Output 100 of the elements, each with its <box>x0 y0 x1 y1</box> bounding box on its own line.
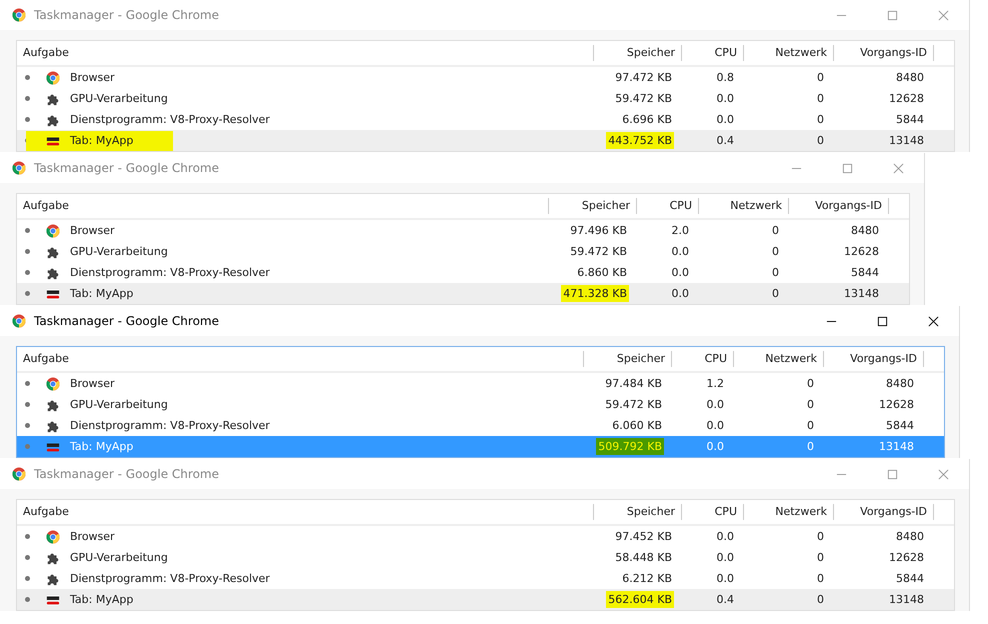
task-name: GPU-Verarbeitung <box>70 551 168 564</box>
table-row[interactable]: Browser 97.452 KB 0.0 0 8480 <box>17 526 954 547</box>
column-header[interactable]: CPU <box>682 504 744 520</box>
cpu-value: 0.0 <box>716 91 735 107</box>
chrome-logo-icon <box>46 376 60 390</box>
column-header[interactable]: Netzwerk <box>734 351 824 367</box>
cpu-value: 0.4 <box>716 592 735 608</box>
process-id: 13148 <box>878 439 915 455</box>
column-header[interactable]: Vorgangs-ID <box>834 45 934 61</box>
memory-value: 443.752 KB <box>606 132 674 149</box>
memory-value: 6.860 KB <box>576 265 628 281</box>
network-value: 0 <box>771 244 780 260</box>
table-row[interactable]: Tab: MyApp 443.752 KB 0.4 0 13148 <box>17 130 954 151</box>
puzzle-piece-icon <box>46 418 60 432</box>
column-header[interactable]: Aufgabe <box>17 198 549 214</box>
table-row[interactable]: GPU-Verarbeitung 59.472 KB 0.0 0 12628 <box>17 241 909 262</box>
cpu-value: 2.0 <box>670 223 690 239</box>
column-header[interactable]: Aufgabe <box>17 45 594 61</box>
puzzle-piece-icon <box>46 244 60 258</box>
network-value: 0 <box>816 70 825 86</box>
table-row[interactable]: Dienstprogramm: V8-Proxy-Resolver 6.212 KB 0.0 0 5844 <box>17 568 954 589</box>
column-header[interactable]: Vorgangs-ID <box>834 504 934 520</box>
table-row[interactable]: Tab: MyApp 471.328 KB 0.0 0 13148 <box>17 283 909 304</box>
cpu-value: 0.0 <box>706 418 725 434</box>
table-row[interactable]: Dienstprogramm: V8-Proxy-Resolver 6.860 KB 0.0 0 5844 <box>17 262 909 283</box>
task-name: GPU-Verarbeitung <box>70 92 168 105</box>
process-id: 12628 <box>843 244 880 260</box>
column-header[interactable]: CPU <box>682 45 744 61</box>
network-value: 0 <box>816 592 825 608</box>
table-row[interactable]: Tab: MyApp 562.604 KB 0.4 0 13148 <box>17 589 954 610</box>
window-title: Taskmanager - Google Chrome <box>34 161 219 175</box>
task-name: GPU-Verarbeitung <box>70 245 168 258</box>
column-header[interactable]: Speicher <box>594 45 682 61</box>
task-name: Tab: MyApp <box>70 287 134 300</box>
cpu-value: 0.0 <box>716 550 735 566</box>
column-header[interactable]: Aufgabe <box>17 504 594 520</box>
cpu-value: 0.0 <box>716 112 735 128</box>
network-value: 0 <box>771 223 780 239</box>
network-value: 0 <box>816 133 825 149</box>
maximize-icon[interactable] <box>877 316 888 326</box>
puzzle-piece-icon <box>46 112 60 126</box>
task-name: GPU-Verarbeitung <box>70 398 168 411</box>
chrome-logo-icon <box>46 530 60 544</box>
column-header[interactable]: CPU <box>672 351 734 367</box>
bullet-icon <box>25 249 30 254</box>
table-row[interactable]: Browser 97.484 KB 1.2 0 8480 <box>17 373 944 394</box>
bullet-icon <box>25 444 30 449</box>
cpu-value: 0.0 <box>706 397 725 413</box>
bullet-icon <box>25 576 30 581</box>
column-header[interactable]: Netzwerk <box>744 45 834 61</box>
bullet-icon <box>25 534 30 539</box>
network-value: 0 <box>806 376 815 392</box>
column-header[interactable]: Vorgangs-ID <box>789 198 889 214</box>
network-value: 0 <box>816 529 825 545</box>
column-header[interactable]: CPU <box>637 198 699 214</box>
puzzle-piece-icon <box>46 550 60 564</box>
close-icon[interactable] <box>928 316 939 326</box>
process-id: 8480 <box>895 70 925 86</box>
table-row[interactable]: Browser 97.472 KB 0.8 0 8480 <box>17 67 954 88</box>
bullet-icon <box>25 423 30 428</box>
task-name: Dienstprogramm: V8-Proxy-Resolver <box>70 419 270 432</box>
table-row[interactable]: Dienstprogramm: V8-Proxy-Resolver 6.696 KB 0.0 0 5844 <box>17 109 954 130</box>
memory-value: 59.472 KB <box>569 244 628 260</box>
puzzle-piece-icon <box>46 398 60 412</box>
table-row[interactable]: GPU-Verarbeitung 58.448 KB 0.0 0 12628 <box>17 547 954 568</box>
column-header[interactable]: Netzwerk <box>699 198 789 214</box>
cpu-value: 0.8 <box>716 70 735 86</box>
network-value: 0 <box>771 286 780 302</box>
column-header[interactable]: Vorgangs-ID <box>824 351 924 367</box>
column-header[interactable]: Speicher <box>584 351 672 367</box>
chrome-logo-icon <box>12 8 26 22</box>
cpu-value: 0.0 <box>670 244 690 260</box>
column-header[interactable]: Speicher <box>594 504 682 520</box>
bullet-icon <box>25 117 30 122</box>
memory-value: 58.448 KB <box>614 550 673 566</box>
column-header[interactable]: Netzwerk <box>744 504 834 520</box>
cpu-value: 0.0 <box>670 265 690 281</box>
process-id: 5844 <box>850 265 880 281</box>
column-header[interactable]: Speicher <box>549 198 637 214</box>
network-value: 0 <box>806 439 815 455</box>
table-row[interactable]: Browser 97.496 KB 2.0 0 8480 <box>17 220 909 241</box>
column-header[interactable]: Aufgabe <box>17 351 584 367</box>
cpu-value: 0.0 <box>716 571 735 587</box>
table-row[interactable]: GPU-Verarbeitung 59.472 KB 0.0 0 12628 <box>17 394 944 415</box>
table-row[interactable]: GPU-Verarbeitung 59.472 KB 0.0 0 12628 <box>17 88 954 109</box>
cpu-value: 0.0 <box>706 439 725 455</box>
table-row[interactable]: Dienstprogramm: V8-Proxy-Resolver 6.060 KB 0.0 0 5844 <box>17 415 944 436</box>
window-title: Taskmanager - Google Chrome <box>34 314 219 328</box>
task-name: Dienstprogramm: V8-Proxy-Resolver <box>70 113 270 126</box>
memory-value: 509.792 KB <box>596 438 664 455</box>
bullet-icon <box>25 75 30 80</box>
task-name: Browser <box>70 530 115 543</box>
cpu-value: 0.0 <box>716 529 735 545</box>
cpu-value: 0.0 <box>670 286 690 302</box>
chrome-logo-icon <box>46 70 60 84</box>
chrome-logo-icon <box>12 314 26 328</box>
network-value: 0 <box>816 550 825 566</box>
task-name: Browser <box>70 224 115 237</box>
memory-value: 97.452 KB <box>614 529 673 545</box>
process-id: 8480 <box>850 223 880 239</box>
